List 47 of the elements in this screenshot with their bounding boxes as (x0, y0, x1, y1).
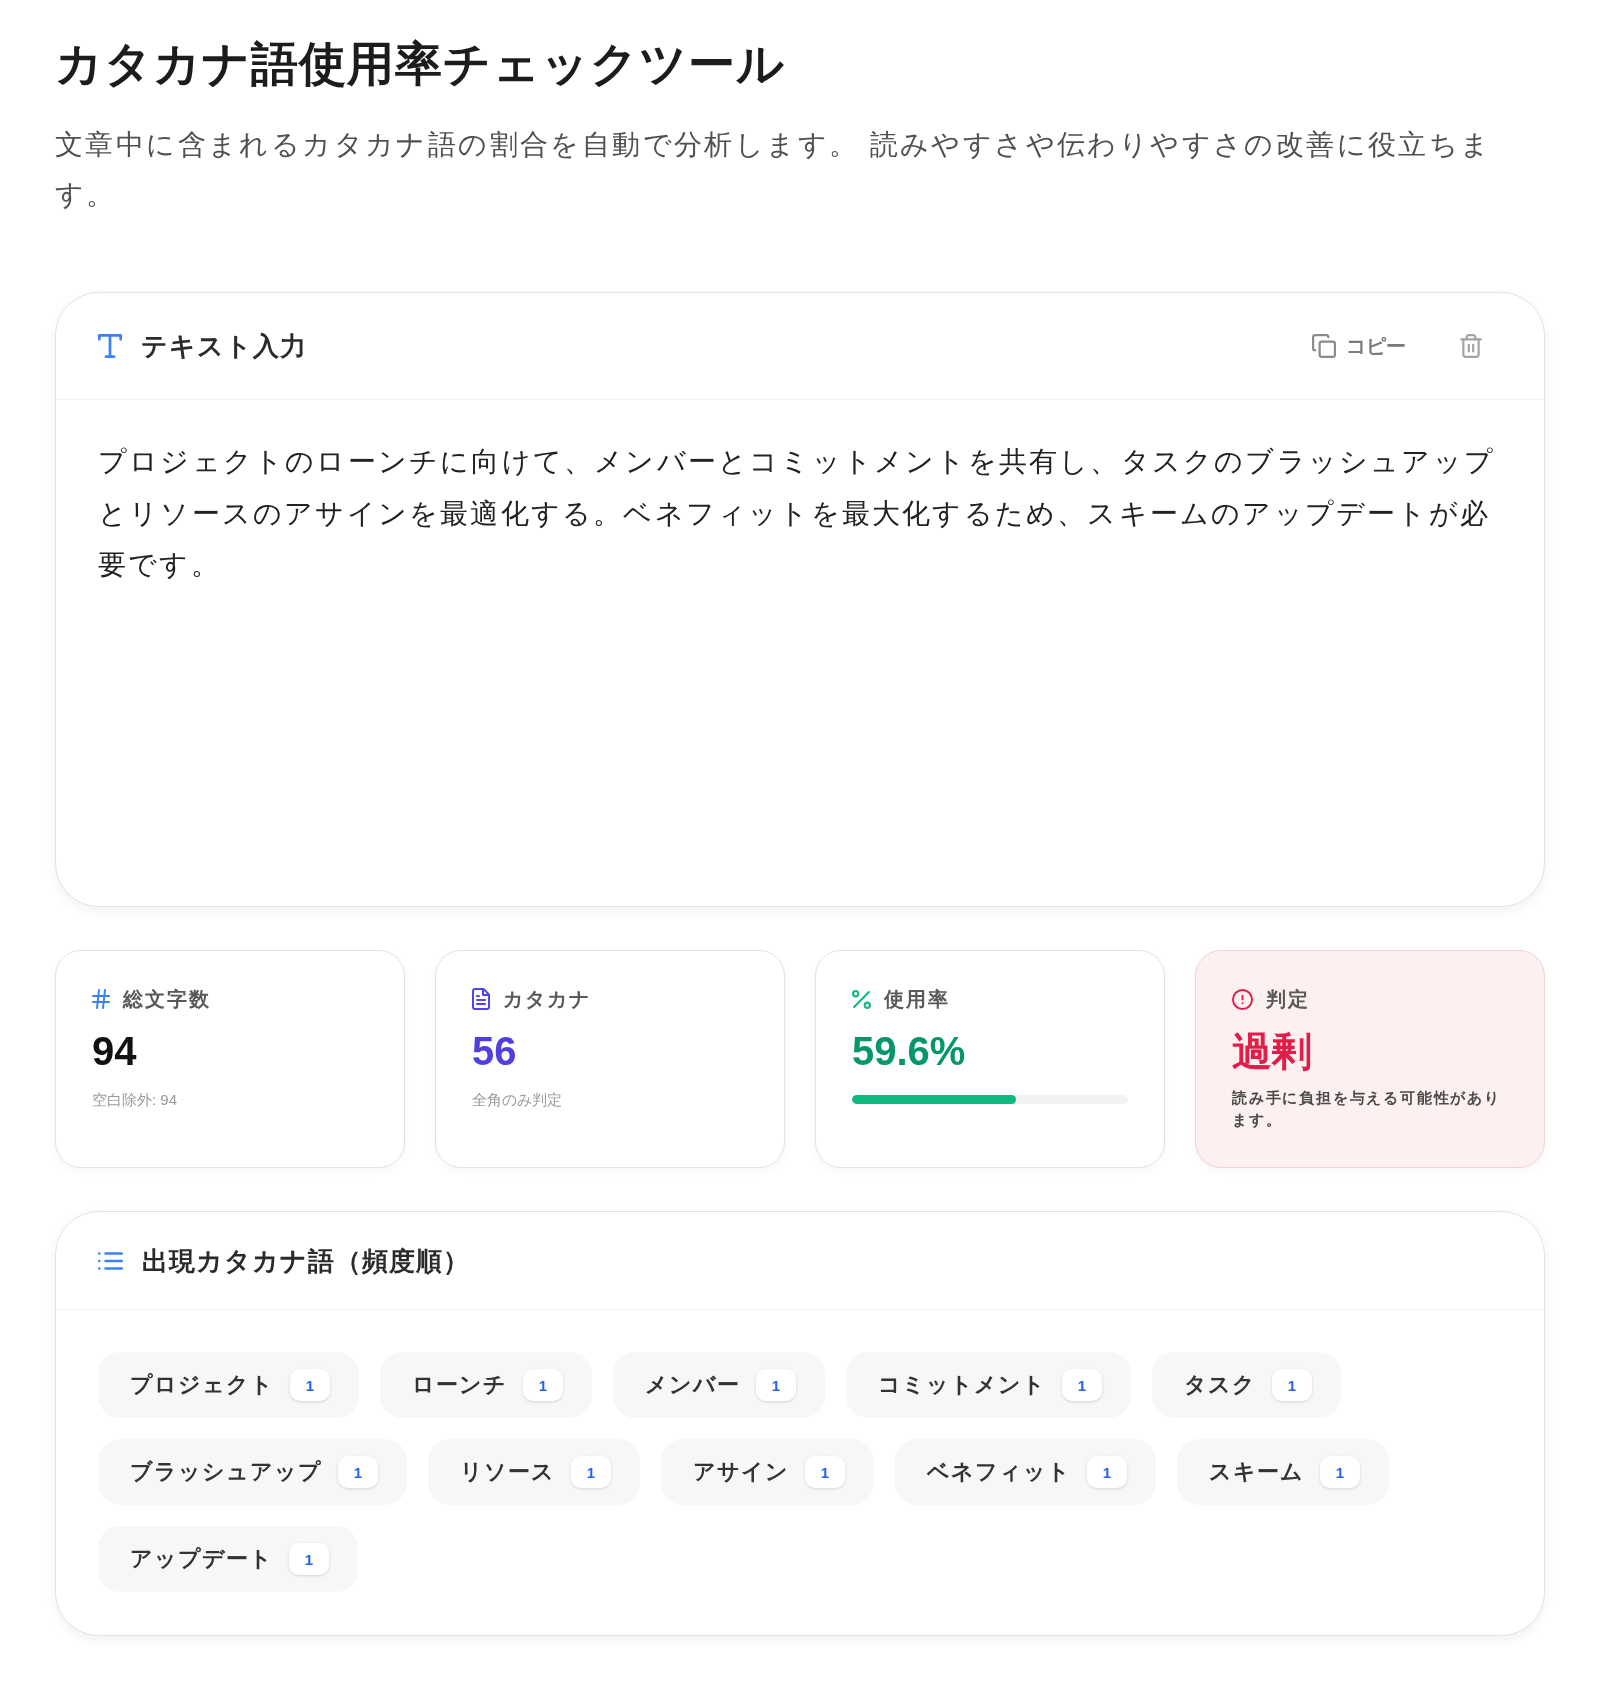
count-badge: 1 (290, 1369, 330, 1401)
stat-value: 56 (472, 1028, 518, 1075)
page-title: カタカナ語使用率チェックツール (55, 36, 786, 92)
stat-label: カタカナ (503, 986, 591, 1012)
count-badge: 1 (1062, 1369, 1102, 1401)
katakana-word: アサイン (693, 1458, 789, 1486)
document-icon (472, 988, 490, 1010)
stat-note: 読み手に負担を与える可能性があります。 (1232, 1088, 1502, 1130)
count-badge: 1 (523, 1369, 563, 1401)
text-type-icon (98, 334, 122, 358)
count-badge: 1 (338, 1456, 378, 1488)
count-badge: 1 (756, 1369, 796, 1401)
percent-icon (852, 989, 871, 1009)
katakana-word: ローンチ (412, 1371, 507, 1399)
alert-circle-icon (1232, 988, 1253, 1010)
stat-label: 総文字数 (123, 986, 211, 1012)
katakana-word: メンバー (645, 1371, 740, 1399)
katakana-word: コミットメント (878, 1371, 1046, 1399)
count-badge: 1 (1087, 1456, 1127, 1488)
copy-icon (1312, 334, 1336, 358)
katakana-word: ブラッシュアップ (130, 1458, 322, 1486)
count-badge: 1 (571, 1456, 611, 1488)
stat-note: 空白除外: 94 (92, 1090, 179, 1110)
stat-value: 94 (92, 1028, 138, 1075)
panel-title: テキスト入力 (141, 330, 307, 363)
katakana-word: リソース (460, 1458, 555, 1486)
page-description: 文章中に含まれるカタカナ語の割合を自動で分析します。 読みやすさや伝わりやすさの改善に役立ちます。 (55, 128, 1493, 212)
stat-note: 全角のみ判定 (472, 1090, 563, 1110)
katakana-word: ベネフィット (927, 1458, 1071, 1486)
count-badge: 1 (805, 1456, 845, 1488)
katakana-word: スキーム (1209, 1458, 1304, 1486)
stat-value: 過剰 (1232, 1028, 1313, 1075)
text-input-field[interactable]: プロジェクトのローンチに向けて、メンバーとコミットメントを共有し、タスクのブラッシュアップとリソースのアサインを最適化する。ベネフィットを最大化するため、スキームのアップデートが必要です。 (56, 400, 1544, 906)
stat-label: 使用率 (884, 986, 950, 1012)
stat-label: 判定 (1266, 986, 1310, 1012)
count-badge: 1 (289, 1543, 329, 1575)
katakana-word: タスク (1184, 1371, 1256, 1399)
list-icon (98, 1250, 123, 1271)
katakana-word: プロジェクト (130, 1371, 274, 1399)
count-badge: 1 (1272, 1369, 1312, 1401)
panel-title: 出現カタカナ語（頻度順） (142, 1244, 470, 1278)
katakana-word: アップデート (130, 1545, 273, 1573)
stat-value: 59.6% (852, 1028, 967, 1075)
trash-icon (1460, 334, 1482, 358)
hash-icon (92, 989, 110, 1009)
count-badge: 1 (1320, 1456, 1360, 1488)
copy-button[interactable]: コピー (1294, 322, 1424, 370)
